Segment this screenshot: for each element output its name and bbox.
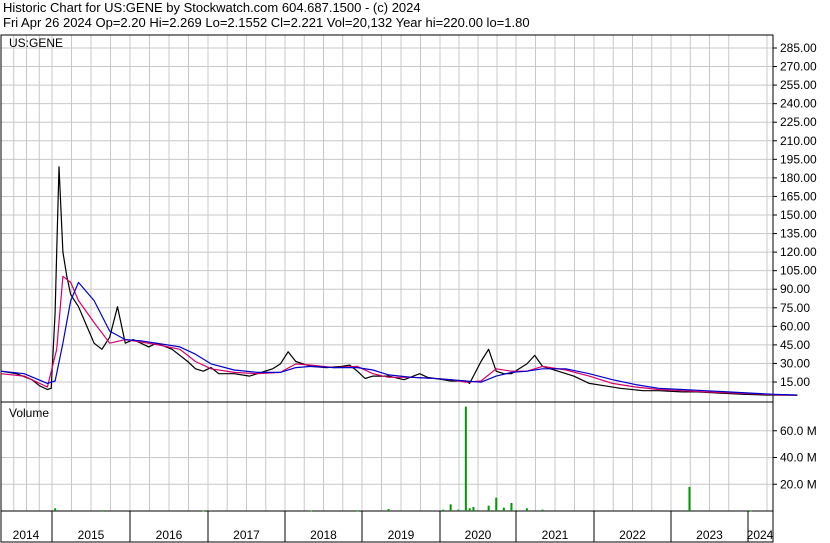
volume-bar xyxy=(510,502,513,511)
year-label: 2016 xyxy=(156,528,183,542)
volume-bar xyxy=(54,508,57,511)
price-tick-label: 45.00 xyxy=(780,338,810,352)
volume-tick-label: 40.0 M xyxy=(780,451,817,465)
price-tick-label: 60.00 xyxy=(780,319,810,333)
volume-bar xyxy=(525,508,528,511)
price-tick-label: 135.00 xyxy=(780,227,817,241)
volume-bar xyxy=(202,510,205,512)
volume-bar xyxy=(387,508,390,511)
price-tick-label: 180.00 xyxy=(780,171,817,185)
volume-bar xyxy=(464,406,467,511)
year-label: 2015 xyxy=(78,528,105,542)
symbol-label: US:GENE xyxy=(9,36,63,50)
price-tick-label: 105.00 xyxy=(780,264,817,278)
price-tick-label: 15.00 xyxy=(780,375,810,389)
volume-bar xyxy=(472,506,475,511)
short-moving-average-line xyxy=(0,275,798,396)
volume-bar xyxy=(449,504,452,511)
volume-bar xyxy=(457,509,460,511)
price-tick-label: 75.00 xyxy=(780,301,810,315)
volume-bar xyxy=(688,486,691,511)
volume-panel-frame xyxy=(0,401,774,512)
volume-bar xyxy=(310,510,313,512)
volume-axis: 60.0 M 40.0 M 20.0 M xyxy=(773,424,817,491)
price-tick-label: 285.00 xyxy=(780,41,817,55)
volume-bar xyxy=(487,505,490,511)
volume-bar xyxy=(100,510,103,512)
grid-lines xyxy=(1,35,773,511)
price-tick-label: 150.00 xyxy=(780,208,817,222)
price-axis: 285.00 270.00 255.00 240.00 225.00 210.00 195.… xyxy=(773,41,817,389)
price-lines xyxy=(0,166,798,396)
price-tick-label: 165.00 xyxy=(780,189,817,203)
price-tick-label: 195.00 xyxy=(780,152,817,166)
year-label: 2020 xyxy=(465,528,492,542)
price-tick-label: 270.00 xyxy=(780,60,817,74)
volume-bar xyxy=(442,509,445,511)
price-tick-label: 210.00 xyxy=(780,134,817,148)
price-tick-label: 240.00 xyxy=(780,97,817,111)
volume-tick-label: 60.0 M xyxy=(780,424,817,438)
volume-bars xyxy=(54,406,753,512)
year-label: 2019 xyxy=(388,528,415,542)
volume-bar xyxy=(541,509,544,511)
price-tick-label: 225.00 xyxy=(780,115,817,129)
year-label: 2014 xyxy=(13,528,40,542)
volume-bar xyxy=(356,510,359,512)
year-label: 2023 xyxy=(696,528,723,542)
volume-bar xyxy=(750,510,753,512)
year-axis: 2014 2015 2016 2017 2018 2019 2020 2021 2022 2023… xyxy=(0,511,774,542)
price-panel-frame xyxy=(0,34,774,403)
volume-bar xyxy=(495,497,498,511)
year-label: 2024 xyxy=(747,528,774,542)
year-label: 2018 xyxy=(310,528,337,542)
year-label: 2017 xyxy=(233,528,260,542)
volume-bar xyxy=(502,507,505,511)
volume-tick-label: 20.0 M xyxy=(780,477,817,491)
price-tick-label: 90.00 xyxy=(780,282,810,296)
year-label: 2021 xyxy=(542,528,569,542)
volume-label: Volume xyxy=(9,406,49,420)
volume-bar xyxy=(468,508,471,511)
year-label: 2022 xyxy=(619,528,646,542)
historic-price-chart: US:GENE Volume 285.00270.00255.00240.002… xyxy=(0,34,817,543)
price-tick-label: 255.00 xyxy=(780,78,817,92)
price-tick-label: 30.00 xyxy=(780,356,810,370)
price-tick-label: 120.00 xyxy=(780,245,817,259)
price-line xyxy=(0,166,798,396)
